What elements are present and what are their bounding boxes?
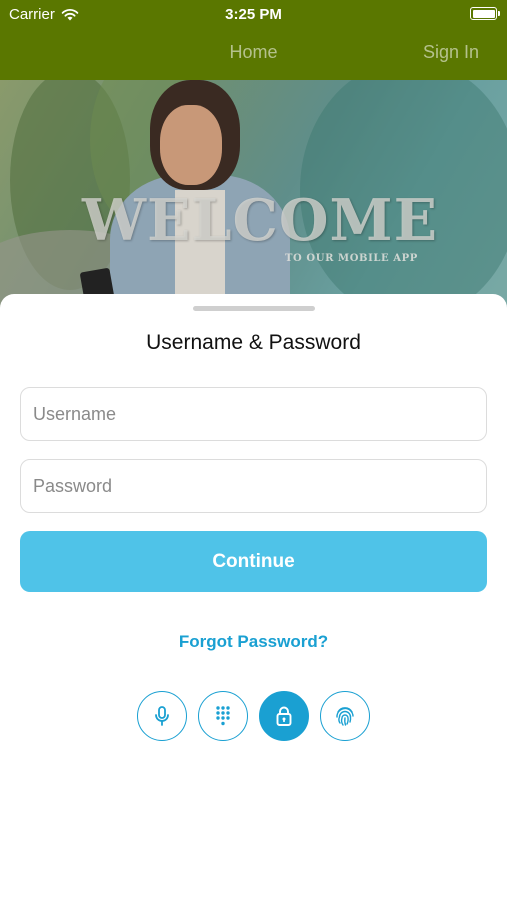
top-bar: Carrier 3:25 PM Home Sign In: [0, 0, 507, 80]
sheet-grabber[interactable]: [193, 306, 315, 311]
hero-subtitle: TO OUR MOBILE APP: [285, 253, 418, 264]
microphone-icon: [155, 706, 169, 726]
continue-button[interactable]: Continue: [20, 531, 487, 592]
nav-sign-in[interactable]: Sign In: [423, 42, 479, 63]
fingerprint-auth-button[interactable]: [320, 691, 370, 741]
status-bar: Carrier 3:25 PM: [0, 0, 507, 28]
hero-banner: WELCOME TO OUR MOBILE APP: [0, 80, 507, 310]
auth-methods: [137, 691, 371, 741]
status-time: 3:25 PM: [225, 6, 282, 23]
username-input[interactable]: [21, 388, 486, 440]
lock-icon: [276, 706, 292, 726]
voice-auth-button[interactable]: [137, 691, 187, 741]
hero-title: WELCOME: [82, 187, 439, 254]
pin-auth-button[interactable]: [198, 691, 248, 741]
forgot-password-link[interactable]: Forgot Password?: [0, 632, 507, 652]
keypad-icon: [216, 706, 230, 726]
username-field-container: [20, 387, 487, 441]
battery-icon: [470, 7, 500, 20]
login-sheet: Username & Password Continue Forgot Pass…: [0, 294, 507, 900]
login-title: Username & Password: [146, 331, 361, 354]
password-input[interactable]: [21, 460, 486, 512]
fingerprint-icon: [336, 707, 354, 726]
password-auth-button[interactable]: [259, 691, 309, 741]
password-field-container: [20, 459, 487, 513]
